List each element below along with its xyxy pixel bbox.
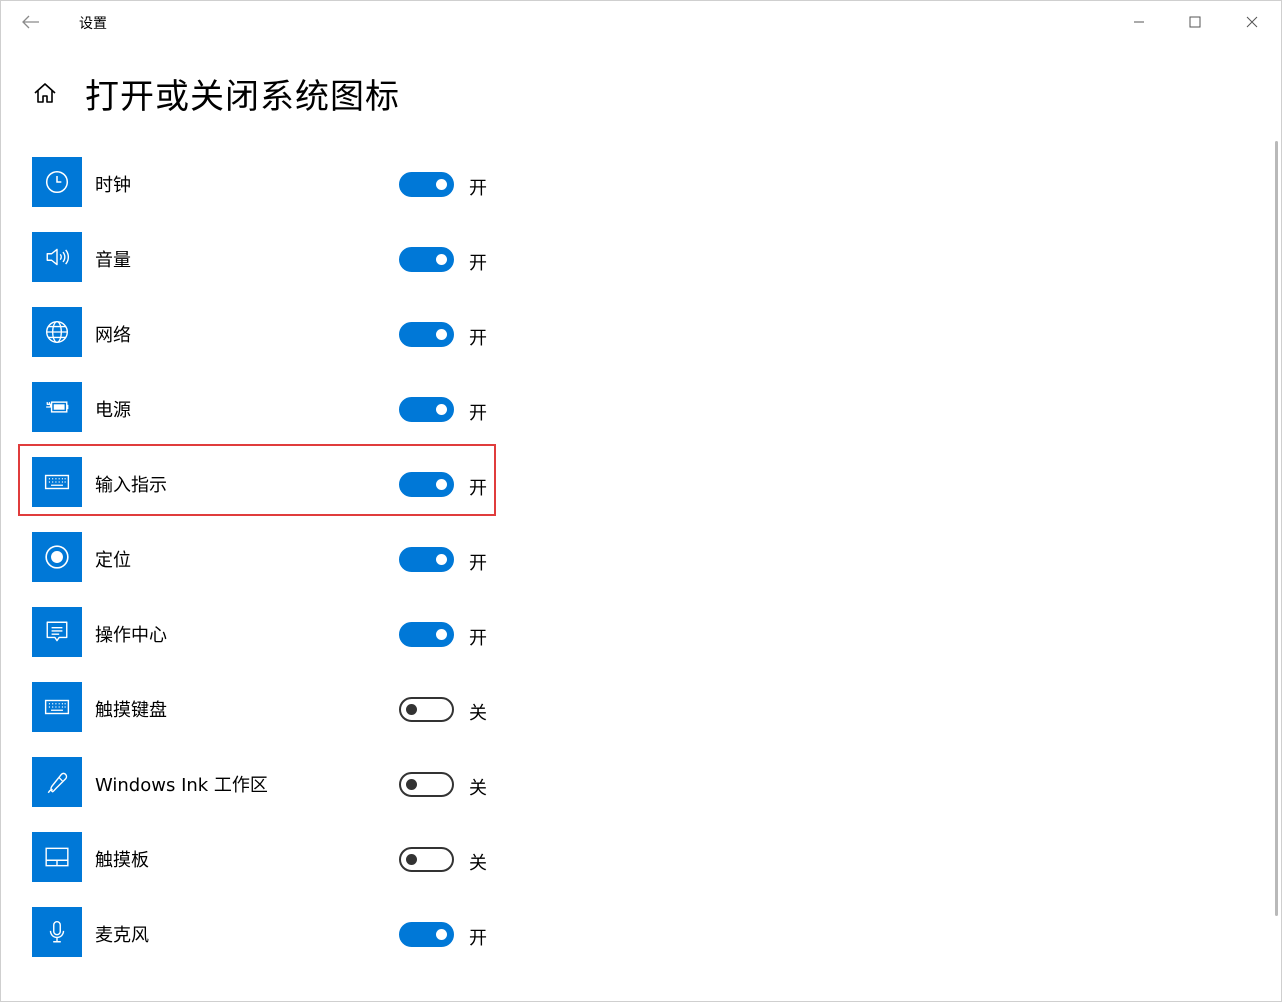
setting-tile bbox=[32, 457, 82, 507]
setting-label: 网络 bbox=[95, 325, 131, 346]
toggle-switch[interactable] bbox=[399, 922, 454, 947]
toggle-knob bbox=[436, 554, 447, 565]
setting-row: 触摸板 关 bbox=[32, 832, 502, 882]
toggle-switch[interactable] bbox=[399, 847, 454, 872]
setting-label: 电源 bbox=[95, 400, 131, 421]
setting-row: 触摸键盘 关 bbox=[32, 682, 502, 732]
setting-tile bbox=[32, 307, 82, 357]
toggle-knob bbox=[436, 179, 447, 190]
setting-label: 触摸板 bbox=[95, 850, 149, 871]
toggle-switch[interactable] bbox=[399, 472, 454, 497]
close-button[interactable] bbox=[1229, 7, 1275, 37]
toggle-knob bbox=[406, 779, 417, 790]
setting-label: 触摸键盘 bbox=[95, 700, 167, 721]
setting-label: 操作中心 bbox=[95, 625, 167, 646]
setting-row: Windows Ink 工作区 关 bbox=[32, 757, 502, 807]
setting-row: 时钟 开 bbox=[32, 157, 502, 207]
toggle-switch[interactable] bbox=[399, 697, 454, 722]
toggle-knob bbox=[436, 479, 447, 490]
setting-tile bbox=[32, 157, 82, 207]
setting-label: 麦克风 bbox=[95, 925, 149, 946]
setting-row: 电源 开 bbox=[32, 382, 502, 432]
toggle-state-label: 开 bbox=[469, 178, 487, 199]
toggle-knob bbox=[436, 404, 447, 415]
setting-row: 定位 开 bbox=[32, 532, 502, 582]
toggle-switch[interactable] bbox=[399, 547, 454, 572]
toggle-state-label: 关 bbox=[469, 778, 487, 799]
setting-label: 音量 bbox=[95, 250, 131, 271]
maximize-button[interactable] bbox=[1172, 7, 1218, 37]
title-bar: 设置 bbox=[1, 1, 1281, 43]
setting-row: 网络 开 bbox=[32, 307, 502, 357]
minimize-icon bbox=[1134, 21, 1144, 23]
toggle-knob bbox=[436, 929, 447, 940]
toggle-state-label: 开 bbox=[469, 253, 487, 274]
setting-tile bbox=[32, 832, 82, 882]
close-icon bbox=[1246, 16, 1258, 28]
settings-window: 设置 打开或关闭系统图标 时钟开音量开网络开电源开输入指示开定位开操作中心开触摸… bbox=[0, 0, 1282, 1002]
toggle-switch[interactable] bbox=[399, 622, 454, 647]
toggle-state-label: 开 bbox=[469, 328, 487, 349]
setting-label: 输入指示 bbox=[95, 475, 167, 496]
setting-row: 麦克风 开 bbox=[32, 907, 502, 957]
toggle-state-label: 开 bbox=[469, 628, 487, 649]
app-title: 设置 bbox=[79, 16, 107, 32]
clock-icon bbox=[45, 170, 69, 194]
setting-row: 音量 开 bbox=[32, 232, 502, 282]
home-icon bbox=[34, 83, 56, 103]
page-header: 打开或关闭系统图标 bbox=[27, 67, 400, 119]
toggle-knob bbox=[436, 254, 447, 265]
toggle-knob bbox=[436, 329, 447, 340]
toggle-state-label: 关 bbox=[469, 853, 487, 874]
setting-tile bbox=[32, 757, 82, 807]
toggle-switch[interactable] bbox=[399, 172, 454, 197]
setting-label: 时钟 bbox=[95, 175, 131, 196]
microphone-icon bbox=[49, 921, 65, 943]
minimize-button[interactable] bbox=[1116, 7, 1162, 37]
toggle-state-label: 开 bbox=[469, 403, 487, 424]
toggle-state-label: 开 bbox=[469, 553, 487, 574]
battery-icon bbox=[46, 401, 69, 413]
action-center-icon bbox=[46, 621, 68, 642]
page-title: 打开或关闭系统图标 bbox=[85, 76, 400, 117]
back-button[interactable] bbox=[15, 9, 47, 35]
setting-tile bbox=[32, 382, 82, 432]
toggle-state-label: 开 bbox=[469, 928, 487, 949]
setting-tile bbox=[32, 232, 82, 282]
globe-icon bbox=[46, 321, 68, 343]
setting-tile bbox=[32, 532, 82, 582]
toggle-knob bbox=[406, 704, 417, 715]
home-button[interactable] bbox=[27, 75, 63, 111]
volume-icon bbox=[46, 248, 70, 266]
setting-label: Windows Ink 工作区 bbox=[95, 775, 268, 796]
maximize-icon bbox=[1189, 16, 1201, 28]
toggle-state-label: 关 bbox=[469, 703, 487, 724]
toggle-knob bbox=[436, 629, 447, 640]
scrollbar[interactable] bbox=[1275, 141, 1278, 916]
location-icon bbox=[45, 545, 69, 569]
setting-label: 定位 bbox=[95, 550, 131, 571]
setting-tile bbox=[32, 907, 82, 957]
setting-tile bbox=[32, 607, 82, 657]
setting-row: 输入指示 开 bbox=[32, 457, 502, 507]
toggle-state-label: 开 bbox=[469, 478, 487, 499]
toggle-switch[interactable] bbox=[399, 397, 454, 422]
pen-icon bbox=[47, 772, 68, 794]
keyboard-icon bbox=[44, 699, 70, 715]
toggle-switch[interactable] bbox=[399, 322, 454, 347]
toggle-switch[interactable] bbox=[399, 772, 454, 797]
toggle-knob bbox=[406, 854, 417, 865]
setting-tile bbox=[32, 682, 82, 732]
setting-row: 操作中心 开 bbox=[32, 607, 502, 657]
keyboard-icon bbox=[44, 474, 70, 490]
toggle-switch[interactable] bbox=[399, 247, 454, 272]
back-arrow-icon bbox=[22, 15, 39, 29]
touchpad-icon bbox=[45, 847, 69, 867]
